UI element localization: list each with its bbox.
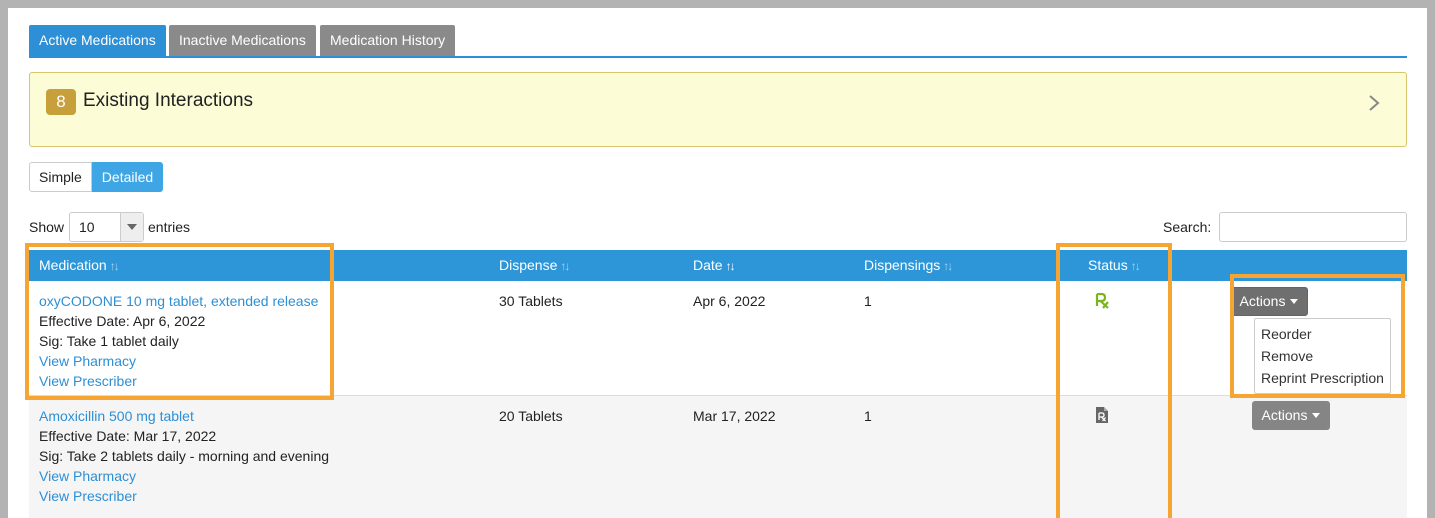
dispense-value: 30 Tablets — [499, 293, 563, 309]
medications-panel: Active Medications Inactive Medications … — [8, 8, 1427, 518]
date-value: Mar 17, 2022 — [693, 408, 776, 424]
interactions-title: Existing Interactions — [83, 90, 254, 111]
search-label: Search: — [1163, 219, 1212, 235]
medication-highlight-box — [25, 243, 334, 400]
actions-highlight-box — [1230, 274, 1405, 398]
show-label: Show — [29, 219, 65, 235]
caret-down-icon — [1312, 413, 1321, 418]
date-value: Apr 6, 2022 — [693, 293, 766, 309]
entries-value: 10 — [79, 219, 95, 235]
view-pharmacy-link[interactable]: View Pharmacy — [39, 466, 136, 486]
sort-icon: ↑↓ — [943, 259, 953, 273]
medication-name-link[interactable]: Amoxicillin 500 mg tablet — [39, 406, 194, 426]
tab-inactive-medications[interactable]: Inactive Medications — [169, 25, 316, 56]
column-header-date[interactable]: Date ↑↓ — [693, 257, 736, 273]
dispensings-value: 1 — [864, 408, 872, 424]
entries-select[interactable]: 10 — [69, 212, 144, 242]
search-input[interactable] — [1219, 212, 1407, 242]
detailed-view-button[interactable]: Detailed — [91, 162, 164, 192]
sig-text: Sig: Take 2 tablets daily - morning and … — [39, 448, 330, 464]
column-header-dispense[interactable]: Dispense ↑↓ — [499, 257, 570, 273]
interactions-banner[interactable]: 8 Existing Interactions — [29, 72, 1407, 147]
interactions-count-badge: 8 — [46, 89, 76, 115]
sort-icon: ↑↓ — [725, 259, 736, 273]
column-header-dispensings[interactable]: Dispensings ↑↓ — [864, 257, 953, 273]
table-row: Amoxicillin 500 mg tablet Effective Date… — [29, 396, 1407, 518]
chevron-right-icon — [1369, 95, 1380, 111]
status-highlight-box — [1056, 243, 1172, 518]
view-toggle: Simple Detailed — [29, 162, 164, 192]
chevron-down-icon — [120, 213, 143, 241]
sort-icon: ↑↓ — [560, 259, 570, 273]
actions-button[interactable]: Actions — [1252, 401, 1330, 430]
tab-active-medications[interactable]: Active Medications — [29, 25, 166, 56]
tab-bar: Active Medications Inactive Medications … — [29, 25, 1407, 58]
effective-date: Effective Date: Mar 17, 2022 — [39, 428, 217, 444]
dispense-value: 20 Tablets — [499, 408, 563, 424]
dispensings-value: 1 — [864, 293, 872, 309]
tab-medication-history[interactable]: Medication History — [320, 25, 456, 56]
view-prescriber-link[interactable]: View Prescriber — [39, 486, 137, 506]
entries-label: entries — [148, 219, 191, 235]
simple-view-button[interactable]: Simple — [29, 162, 92, 192]
